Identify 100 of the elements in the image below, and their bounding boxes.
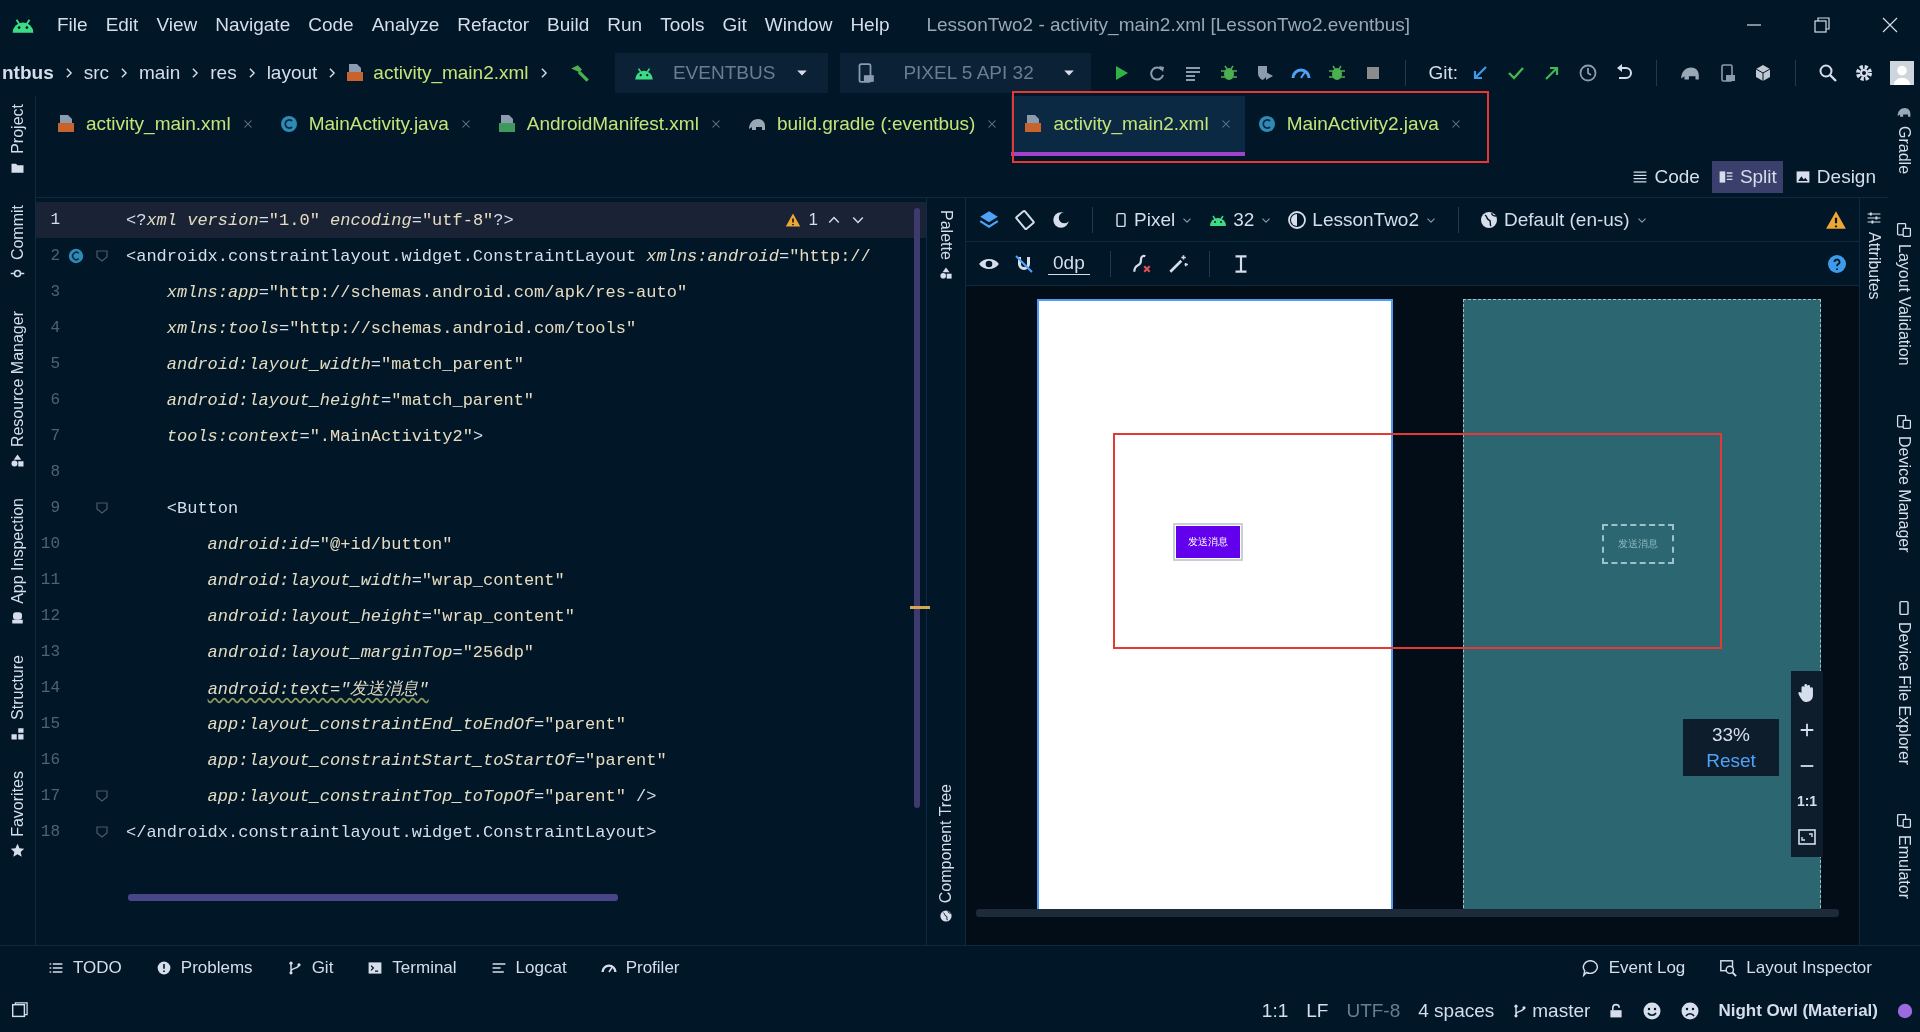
attributes-tab[interactable]: Attributes <box>1865 232 1883 300</box>
theme-dropdown[interactable]: LessonTwo2 <box>1287 208 1438 231</box>
menu-item[interactable]: Git <box>713 10 756 40</box>
view-mode-button[interactable]: Split <box>1711 160 1783 193</box>
editor-tab[interactable]: MainActivity.java <box>266 96 485 156</box>
editor-tab[interactable]: build.gradle (:eventbus) <box>734 96 1012 156</box>
api-dropdown[interactable]: 32 <box>1208 208 1274 231</box>
menu-item[interactable]: Help <box>841 10 899 40</box>
tool-window-button[interactable]: Git <box>286 958 334 978</box>
breadcrumb[interactable]: src <box>81 62 112 84</box>
sad-face-icon[interactable] <box>1680 1001 1701 1021</box>
smiley-icon[interactable] <box>1642 1001 1663 1021</box>
menu-item[interactable]: Run <box>598 10 652 40</box>
editor-tab[interactable]: AndroidManifest.xml <box>484 96 735 156</box>
tool-window-button[interactable]: Logcat <box>490 958 567 978</box>
actual-size-button[interactable]: 1:1 <box>1796 793 1818 809</box>
menu-item[interactable]: Edit <box>96 10 148 40</box>
tool-window-button[interactable]: TODO <box>48 958 122 978</box>
breadcrumb[interactable]: layout <box>264 62 320 84</box>
menu-item[interactable]: Analyze <box>362 10 449 40</box>
plus-icon[interactable] <box>1798 721 1816 739</box>
cursor-position[interactable]: 1:1 <box>1261 1000 1289 1022</box>
help-icon[interactable] <box>1827 253 1847 274</box>
tool-window-tab[interactable]: App Inspection <box>8 498 27 604</box>
tool-window-tab[interactable]: Device File Explorer <box>1895 622 1913 766</box>
tool-window-tab[interactable]: Device Manager <box>1895 435 1913 553</box>
magnet-icon[interactable] <box>1014 253 1034 274</box>
code-line: <androidx.constraintlayout.widget.ConstraintLayout xmlns:android="http:// <box>126 246 871 266</box>
rotate-icon[interactable] <box>1014 208 1036 231</box>
settings-icon[interactable] <box>1854 63 1874 83</box>
scrollbar[interactable] <box>914 208 920 808</box>
fold-icon[interactable] <box>96 790 108 802</box>
tool-window-tab[interactable]: Project <box>8 104 27 154</box>
tool-window-button[interactable]: Profiler <box>600 958 680 978</box>
tool-window-tab[interactable]: Favorites <box>8 770 27 837</box>
layers-icon[interactable] <box>978 208 1000 231</box>
tool-window-button[interactable]: Terminal <box>367 958 457 978</box>
contrast-icon <box>1287 209 1308 230</box>
editor-tab[interactable]: activity_main2.xml <box>1011 96 1245 156</box>
search-icon[interactable] <box>1818 63 1838 83</box>
bug-icon[interactable] <box>1219 63 1240 83</box>
palette-tab[interactable]: Palette <box>937 210 955 260</box>
cube-icon[interactable] <box>1753 63 1773 83</box>
run-config-dropdown[interactable]: EVENTBUS <box>614 53 828 93</box>
list-icon <box>48 960 64 976</box>
panel-icon[interactable] <box>10 1002 28 1020</box>
clock-icon[interactable] <box>1578 63 1598 83</box>
tool-window-button[interactable]: Event Log <box>1581 958 1686 978</box>
reset-link[interactable]: Reset <box>1706 749 1756 772</box>
tool-window-tab[interactable]: Layout Validation <box>1895 244 1913 366</box>
breadcrumb[interactable]: ntbus <box>0 62 56 84</box>
close-icon[interactable] <box>1882 17 1898 33</box>
menu-item[interactable]: Window <box>755 10 842 40</box>
file-encoding[interactable]: UTF-8 <box>1346 1000 1401 1022</box>
tool-window-button[interactable]: Layout Inspector <box>1719 958 1872 978</box>
hammer-icon[interactable] <box>568 62 591 84</box>
menu-item[interactable]: Build <box>538 10 599 40</box>
device-dropdown[interactable]: Pixel <box>1113 208 1195 231</box>
menu-item[interactable]: Code <box>299 10 363 40</box>
device-dropdown[interactable]: PIXEL 5 API 32 <box>839 53 1092 93</box>
menu-item[interactable]: View <box>147 10 207 40</box>
locale-dropdown[interactable]: Default (en-us) <box>1479 208 1649 231</box>
phone-icon <box>1113 211 1129 228</box>
warning-count[interactable]: 1 <box>808 210 818 230</box>
fit-icon[interactable] <box>1797 827 1817 847</box>
git-branch[interactable]: master <box>1512 1000 1591 1022</box>
devices-icon <box>1896 813 1912 830</box>
editor-tab[interactable]: activity_main.xml <box>44 96 267 156</box>
bug-icon[interactable] <box>1327 63 1348 83</box>
editor-tab[interactable]: MainActivity2.java <box>1244 96 1475 156</box>
tool-window-tab[interactable]: Gradle <box>1895 126 1913 175</box>
line-number: 9 <box>49 499 60 517</box>
menu-item[interactable]: Refactor <box>448 10 539 40</box>
tool-window-tab[interactable]: Commit <box>8 204 27 260</box>
path-icon[interactable] <box>1130 252 1153 275</box>
tool-window-tab[interactable]: Structure <box>8 654 27 720</box>
breadcrumb[interactable]: activity_main2.xml <box>371 62 531 84</box>
restore-icon[interactable] <box>1814 17 1830 33</box>
view-mode-button[interactable]: Code <box>1626 160 1706 193</box>
preview-button[interactable]: 发送消息 <box>1176 526 1240 558</box>
margin-field[interactable]: 0dp <box>1048 252 1090 275</box>
fold-icon[interactable] <box>96 250 108 262</box>
lock-icon[interactable] <box>1608 1003 1625 1019</box>
indent-setting[interactable]: 4 spaces <box>1418 1000 1495 1022</box>
menu-item[interactable]: Navigate <box>206 10 300 40</box>
theme-name[interactable]: Night Owl (Material) <box>1718 1001 1878 1021</box>
component-tree-tab[interactable]: Component Tree <box>937 783 955 903</box>
tool-window-button[interactable]: Problems <box>155 958 253 978</box>
menu-item[interactable]: File <box>48 10 97 40</box>
scrollbar[interactable] <box>128 894 618 901</box>
view-mode-button[interactable]: Design <box>1788 160 1882 193</box>
fold-icon[interactable] <box>96 826 108 838</box>
menu-item[interactable]: Tools <box>651 10 714 40</box>
scrollbar[interactable] <box>976 909 1839 917</box>
line-separator[interactable]: LF <box>1306 1000 1329 1022</box>
fold-icon[interactable] <box>96 502 108 514</box>
tool-window-tab[interactable]: Emulator <box>1895 835 1913 900</box>
breadcrumb[interactable]: res <box>208 62 239 84</box>
tool-window-tab[interactable]: Resource Manager <box>8 310 27 447</box>
breadcrumb[interactable]: main <box>137 62 183 84</box>
